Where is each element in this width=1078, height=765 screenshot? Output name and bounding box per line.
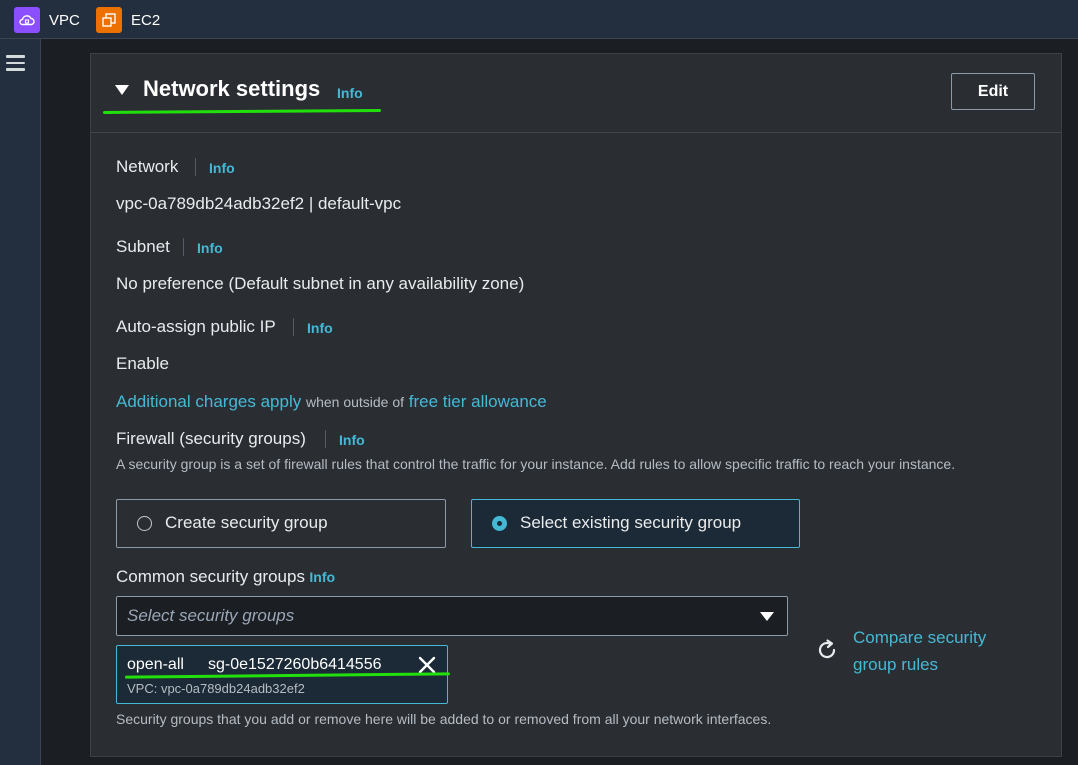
charges-text: when outside of <box>305 394 405 410</box>
radio-selected-icon[interactable] <box>492 516 507 531</box>
ec2-label: EC2 <box>131 11 161 29</box>
divider <box>183 238 184 256</box>
public-ip-value: Enable <box>116 354 169 373</box>
public-ip-label: Auto-assign public IP <box>116 317 276 336</box>
sg-name: open-all <box>127 656 184 673</box>
free-tier-link[interactable]: free tier allowance <box>409 392 547 411</box>
ec2-instance-icon <box>96 7 122 33</box>
sg-id: sg-0e1527260b6414556 <box>208 656 382 673</box>
common-sg-info-link[interactable]: Info <box>309 569 335 585</box>
compare-line-1: Compare security <box>853 628 987 647</box>
firewall-description: A security group is a set of firewall ru… <box>116 456 956 472</box>
compare-security-group-rules-link[interactable]: Compare security group rules <box>853 624 986 678</box>
vpc-shortcut[interactable]: VPC <box>14 7 80 33</box>
security-groups-footnote: Security groups that you add or remove h… <box>116 711 772 727</box>
dropdown-caret-icon[interactable] <box>760 612 774 621</box>
divider <box>195 158 196 176</box>
security-group-select[interactable]: Select security groups <box>116 596 788 636</box>
subnet-label: Subnet <box>116 237 170 256</box>
subnet-value: No preference (Default subnet in any ava… <box>116 274 525 293</box>
option-label: Create security group <box>165 513 328 532</box>
edit-button[interactable]: Edit <box>951 73 1035 110</box>
service-bar: VPC EC2 <box>0 0 1078 39</box>
create-security-group-option[interactable]: Create security group <box>116 499 446 548</box>
network-value: vpc-0a789db24adb32ef2 | default-vpc <box>116 194 402 213</box>
network-info-link[interactable]: Info <box>209 160 235 176</box>
ec2-shortcut[interactable]: EC2 <box>96 7 160 33</box>
divider <box>325 430 326 448</box>
public-ip-info-link[interactable]: Info <box>307 320 333 336</box>
radio-unselected-icon[interactable] <box>137 516 152 531</box>
compare-line-2: group rules <box>853 655 939 674</box>
network-settings-panel: Network settings Info Edit Network Info … <box>90 53 1062 757</box>
title-highlight-underline <box>102 109 382 114</box>
divider <box>293 318 294 336</box>
panel-title[interactable]: Network settings <box>143 76 320 102</box>
panel-header: Network settings Info Edit <box>91 54 1061 133</box>
refresh-icon[interactable] <box>815 638 839 662</box>
option-label: Select existing security group <box>520 513 742 532</box>
sidebar-rail <box>0 39 41 765</box>
additional-charges-link[interactable]: Additional charges apply <box>116 392 301 411</box>
common-sg-label: Common security groups <box>116 567 305 586</box>
vpc-label: VPC <box>49 11 80 29</box>
firewall-label: Firewall (security groups) <box>116 429 306 448</box>
firewall-info-link[interactable]: Info <box>339 432 365 448</box>
select-placeholder: Select security groups <box>127 606 295 625</box>
title-info-link[interactable]: Info <box>337 85 363 101</box>
hamburger-menu-icon[interactable] <box>6 55 25 71</box>
charges-note: Additional charges apply when outside of… <box>116 392 547 412</box>
sg-vpc: VPC: vpc-0a789db24adb32ef2 <box>127 681 305 696</box>
select-existing-security-group-option[interactable]: Select existing security group <box>471 499 800 548</box>
collapse-caret-icon[interactable] <box>115 85 129 95</box>
subnet-info-link[interactable]: Info <box>197 240 223 256</box>
network-label: Network <box>116 157 179 176</box>
common-sg-heading: Common security groups Info <box>116 567 335 587</box>
vpc-cloud-icon <box>14 7 40 33</box>
